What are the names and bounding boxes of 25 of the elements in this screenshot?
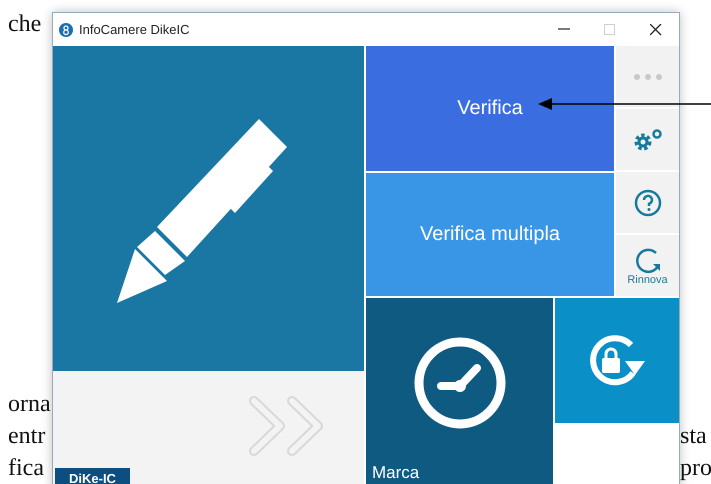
- settings-icon: [632, 128, 664, 152]
- verify-multiple-tile[interactable]: Verifica multipla: [366, 173, 614, 296]
- help-button[interactable]: [616, 172, 679, 233]
- document-text: orna: [8, 390, 52, 419]
- lock-renew-tile[interactable]: [555, 298, 679, 423]
- product-label: DiKe-IC: [55, 468, 130, 484]
- maximize-icon: [604, 24, 616, 36]
- refresh-icon: [634, 246, 662, 274]
- renew-button[interactable]: Rinnova: [616, 235, 679, 296]
- more-icon: [634, 74, 662, 80]
- close-icon: [650, 24, 662, 36]
- document-text: pro: [680, 454, 711, 483]
- more-button[interactable]: [616, 46, 679, 107]
- clock-icon: [412, 336, 506, 430]
- document-text: che: [8, 10, 42, 39]
- settings-button[interactable]: [616, 109, 679, 170]
- help-icon: [634, 188, 662, 216]
- window-title: InfoCamere DikeIC: [79, 22, 191, 37]
- app-logo-icon: [59, 22, 73, 36]
- document-text: sta: [680, 422, 708, 451]
- document-text: entr: [8, 422, 46, 451]
- timestamp-tile[interactable]: Marca: [366, 298, 553, 484]
- document-text: fica: [8, 454, 45, 483]
- verify-tile[interactable]: Verifica: [366, 46, 614, 171]
- sign-tile[interactable]: [53, 46, 364, 371]
